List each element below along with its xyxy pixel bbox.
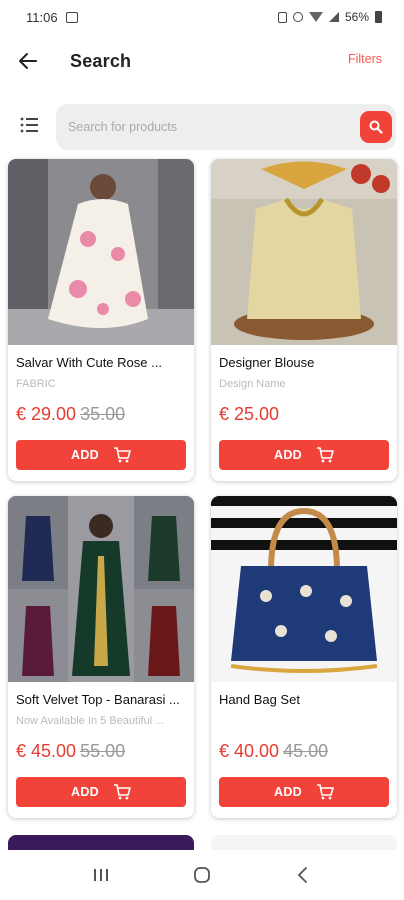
product-title: Salvar With Cute Rose ...: [16, 355, 162, 370]
product-card[interactable]: Hand Bag Set € 40.00 45.00 ADD: [211, 496, 397, 818]
product-price: € 25.00: [219, 404, 280, 424]
search-box: [56, 104, 396, 150]
status-left: 11:06: [26, 10, 78, 25]
status-right: 56%: [277, 10, 382, 24]
search-icon: [369, 120, 383, 134]
product-image: [8, 159, 194, 345]
add-label: ADD: [71, 448, 99, 462]
product-price: € 45.00: [16, 741, 77, 761]
product-old-price: 55.00: [80, 741, 126, 761]
battery-icon: [375, 11, 382, 23]
add-label: ADD: [71, 785, 99, 799]
status-bar: 11:06 56%: [0, 0, 404, 34]
product-subtitle: Now Available In 5 Beautiful ...: [16, 715, 165, 727]
product-title: Soft Velvet Top - Banarasi ...: [16, 692, 180, 707]
gallery-notification-icon: [65, 11, 78, 23]
home-button[interactable]: [182, 855, 222, 895]
back-button[interactable]: [0, 34, 56, 88]
price-row: € 29.00 35.00: [16, 404, 125, 425]
system-back-button[interactable]: [283, 855, 323, 895]
cart-icon: [316, 447, 334, 463]
alarm-icon: [292, 12, 303, 22]
search-row: [0, 104, 404, 150]
cart-icon: [316, 784, 334, 800]
product-price: € 40.00: [219, 741, 280, 761]
product-old-price: 45.00: [283, 741, 329, 761]
product-subtitle: FABRIC: [16, 378, 56, 390]
product-image: [211, 159, 397, 345]
recents-icon: [93, 869, 108, 881]
product-image: [211, 496, 397, 682]
signal-icon: [328, 12, 339, 22]
system-nav-bar: [0, 850, 404, 900]
page-title: Search: [70, 50, 132, 71]
add-to-cart-button[interactable]: ADD: [16, 440, 186, 470]
cart-icon: [113, 784, 131, 800]
chevron-left-icon: [298, 867, 308, 883]
home-icon: [194, 867, 210, 883]
product-price: € 29.00: [16, 404, 77, 424]
list-view-toggle[interactable]: [18, 114, 46, 140]
status-time: 11:06: [26, 9, 58, 25]
add-label: ADD: [274, 448, 302, 462]
arrow-left-icon: [19, 53, 37, 69]
add-to-cart-button[interactable]: ADD: [219, 777, 389, 807]
battery-percent: 56%: [344, 10, 369, 24]
add-to-cart-button[interactable]: ADD: [219, 440, 389, 470]
recents-button[interactable]: [81, 855, 121, 895]
app-bar: Search Filters: [0, 34, 404, 88]
search-button[interactable]: [360, 111, 392, 143]
product-old-price: 35.00: [80, 404, 126, 424]
add-to-cart-button[interactable]: ADD: [16, 777, 186, 807]
search-input[interactable]: [68, 104, 348, 150]
filters-button[interactable]: Filters: [348, 52, 382, 66]
wifi-icon: [308, 12, 323, 22]
product-title: Designer Blouse: [219, 355, 315, 370]
price-row: € 45.00 55.00: [16, 741, 125, 762]
list-icon: [20, 117, 38, 133]
price-row: € 25.00: [219, 404, 283, 425]
add-label: ADD: [274, 785, 302, 799]
product-card[interactable]: Salvar With Cute Rose ... FABRIC € 29.00…: [8, 159, 194, 481]
price-row: € 40.00 45.00: [219, 741, 328, 762]
product-subtitle: Design Name: [219, 378, 286, 390]
product-card[interactable]: Designer Blouse Design Name € 25.00 ADD: [211, 159, 397, 481]
product-card[interactable]: Soft Velvet Top - Banarasi ... Now Avail…: [8, 496, 194, 818]
product-image: [8, 496, 194, 682]
lock-icon: [277, 11, 287, 23]
product-title: Hand Bag Set: [219, 692, 300, 707]
cart-icon: [113, 447, 131, 463]
